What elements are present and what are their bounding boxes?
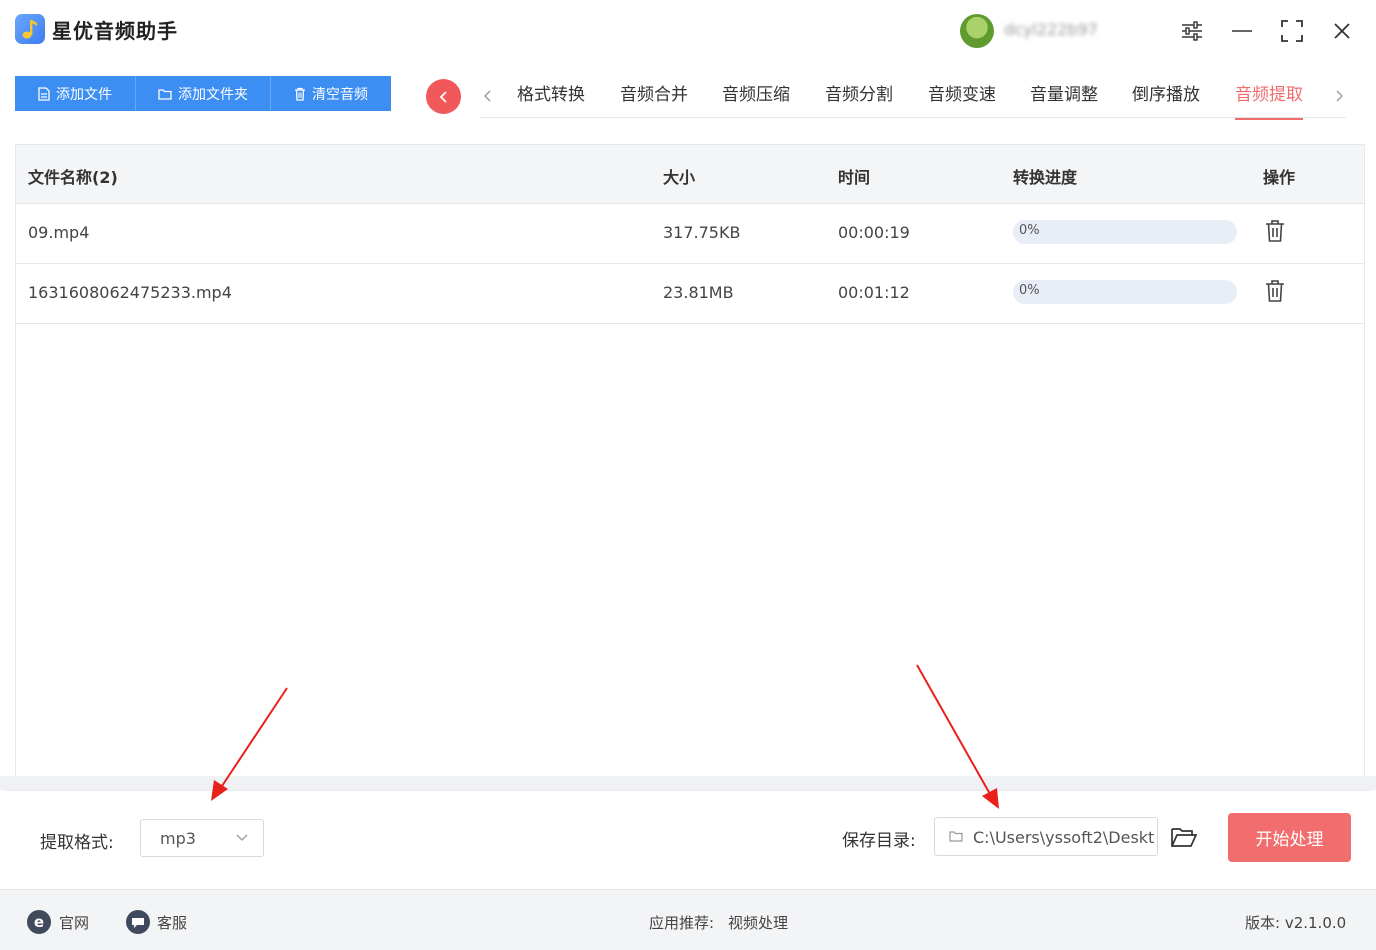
tabs-scroll-left-icon[interactable] (480, 86, 496, 106)
file-button-group: 添加文件 添加文件夹 清空音频 (15, 76, 391, 111)
header-file-name: 文件名称(2) (28, 168, 118, 187)
table-header: 文件名称(2) 大小 时间 转换进度 操作 (16, 145, 1364, 204)
chevron-down-icon (236, 834, 248, 841)
user-name[interactable]: dcyl222b97 (1004, 20, 1152, 39)
header-size: 大小 (663, 168, 696, 187)
open-folder-icon[interactable] (1170, 825, 1198, 849)
tab-audio-extract[interactable]: 音频提取 (1235, 82, 1303, 120)
app-title: 星优音频助手 (52, 19, 178, 43)
add-folder-label: 添加文件夹 (178, 86, 248, 103)
user-avatar[interactable] (960, 14, 994, 48)
tab-audio-split[interactable]: 音频分割 (825, 82, 893, 118)
back-button[interactable] (426, 79, 461, 114)
ie-website-icon[interactable]: e (27, 910, 51, 934)
tabs-scroll-right-icon[interactable] (1331, 86, 1347, 106)
recommend-video-link[interactable]: 视频处理 (728, 912, 788, 933)
delete-row-icon[interactable] (1264, 219, 1286, 243)
start-process-button[interactable]: 开始处理 (1228, 813, 1351, 862)
svg-text:e: e (34, 913, 44, 931)
file-icon (38, 86, 50, 101)
service-link[interactable]: 客服 (157, 912, 187, 933)
settings-sliders-icon[interactable] (1177, 16, 1207, 46)
app-logo-icon (15, 14, 45, 44)
tab-audio-speed[interactable]: 音频变速 (928, 82, 996, 118)
header-time: 时间 (838, 168, 871, 187)
format-select[interactable]: mp3 (140, 819, 264, 857)
table-row[interactable]: 1631608062475233.mp4 23.81MB 00:01:12 0% (16, 263, 1364, 324)
tabs-divider (480, 117, 1346, 118)
save-path-value: C:\Users\yssoft2\Deskt (973, 828, 1155, 847)
close-icon[interactable] (1327, 16, 1357, 46)
tab-reverse-play[interactable]: 倒序播放 (1132, 82, 1200, 118)
tab-audio-compress[interactable]: 音频压缩 (722, 82, 790, 118)
save-path-input[interactable]: C:\Users\yssoft2\Deskt (934, 817, 1158, 856)
add-file-button[interactable]: 添加文件 (15, 76, 136, 111)
minimize-icon[interactable] (1227, 16, 1257, 46)
header-action: 操作 (1263, 168, 1296, 187)
trash-icon (295, 87, 305, 101)
clear-audio-label: 清空音频 (312, 86, 368, 103)
file-size-cell: 23.81MB (663, 283, 734, 302)
add-folder-button[interactable]: 添加文件夹 (136, 76, 271, 111)
file-name-cell: 09.mp4 (28, 223, 90, 242)
chat-service-icon[interactable] (126, 910, 150, 934)
folder-icon (158, 88, 172, 100)
save-dir-label: 保存目录: (842, 831, 916, 851)
add-file-label: 添加文件 (56, 86, 112, 103)
format-label: 提取格式: (40, 833, 114, 853)
file-time-cell: 00:01:12 (838, 283, 910, 302)
footer-bar: e 官网 客服 应用推荐: 视频处理 版本: v2.1.0.0 (0, 889, 1376, 950)
progress-label: 0% (1019, 223, 1040, 238)
chevron-left-icon (439, 90, 447, 103)
table-row[interactable]: 09.mp4 317.75KB 00:00:19 0% (16, 203, 1364, 264)
website-link[interactable]: 官网 (59, 912, 89, 933)
recommend-label: 应用推荐: (649, 914, 715, 932)
progress-bar: 0% (1013, 220, 1237, 244)
format-select-value: mp3 (160, 829, 196, 848)
header-progress: 转换进度 (1013, 168, 1078, 187)
file-name-cell: 1631608062475233.mp4 (28, 283, 232, 302)
tab-format-convert[interactable]: 格式转换 (517, 82, 585, 118)
delete-row-icon[interactable] (1264, 279, 1286, 303)
file-table: 文件名称(2) 大小 时间 转换进度 操作 09.mp4 317.75KB 00… (15, 144, 1365, 776)
folder-icon (949, 831, 963, 842)
version-text: 版本: v2.1.0.0 (1245, 914, 1347, 932)
tab-volume-adjust[interactable]: 音量调整 (1030, 82, 1098, 118)
progress-label: 0% (1019, 283, 1040, 298)
clear-audio-button[interactable]: 清空音频 (271, 76, 391, 111)
panel-gap (0, 776, 1376, 790)
file-size-cell: 317.75KB (663, 223, 741, 242)
maximize-icon[interactable] (1277, 16, 1307, 46)
progress-bar: 0% (1013, 280, 1237, 304)
app-window: 星优音频助手 dcyl222b97 添加文件 添加文件夹 清空音频 格式转换 音… (0, 0, 1376, 950)
title-bar: 星优音频助手 dcyl222b97 (0, 0, 1376, 62)
tab-audio-merge[interactable]: 音频合并 (620, 82, 688, 118)
file-time-cell: 00:00:19 (838, 223, 910, 242)
